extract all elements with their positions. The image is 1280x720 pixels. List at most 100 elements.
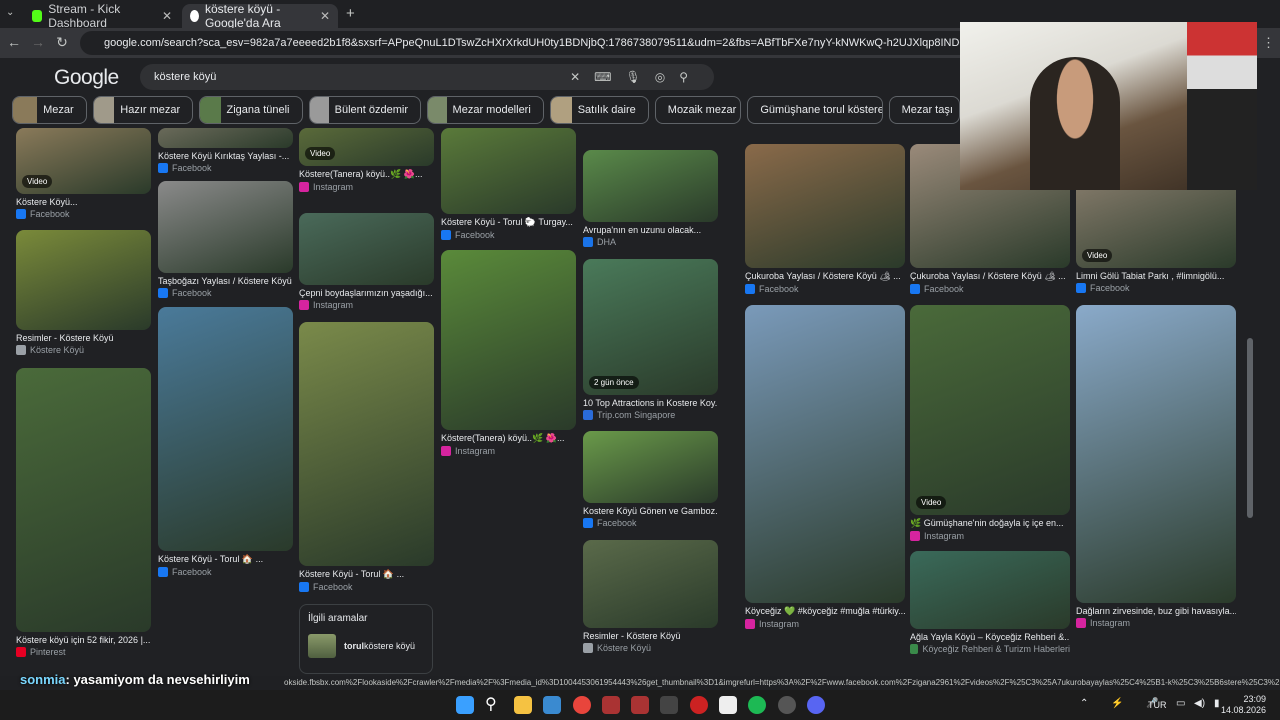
app-icon-1[interactable] <box>602 696 620 714</box>
result-title[interactable]: Dağların zirvesinde, buz gibi havasıyla.… <box>1076 606 1236 616</box>
back-icon[interactable]: ← <box>2 34 26 50</box>
result-title[interactable]: Kostere Köyü Gönen ve Gamboz... <box>583 506 718 516</box>
result-title[interactable]: Taşboğazı Yaylası / Köstere Köyü ... <box>158 276 293 286</box>
result-title[interactable]: Köstere Köyü - Torul 🏠 ... <box>299 569 434 580</box>
tab-search-icon[interactable]: ⌄ <box>6 7 14 18</box>
result-thumbnail[interactable] <box>158 307 293 551</box>
result-source[interactable]: Köstere Köyü <box>583 643 718 653</box>
result-source[interactable]: Facebook <box>158 567 293 577</box>
tab-kick-dashboard[interactable]: Stream - Kick Dashboard ✕ <box>24 2 180 30</box>
mic-icon[interactable]: 🎙 <box>625 70 654 84</box>
result-card[interactable]: Resimler - Köstere Köyü Köstere Köyü <box>16 230 151 355</box>
result-source[interactable]: Facebook <box>745 284 905 294</box>
result-source[interactable]: Instagram <box>745 619 905 629</box>
result-source[interactable]: Facebook <box>583 518 718 528</box>
result-card[interactable]: 2 gün önce 10 Top Attractions in Kostere … <box>583 259 718 420</box>
result-title[interactable]: Limni Gölü Tabiat Parkı , #limnigölü... <box>1076 271 1236 281</box>
chip-0[interactable]: Mezar <box>12 96 87 124</box>
result-thumbnail[interactable] <box>299 322 434 566</box>
search-icon[interactable]: ⚲ <box>679 70 702 84</box>
url-field[interactable]: google.com/search?sca_esv=982a7a7eeeed2b… <box>80 31 980 55</box>
result-thumbnail[interactable] <box>583 431 718 503</box>
chip-6[interactable]: Mozaik mezar <box>654 96 742 124</box>
result-thumbnail[interactable]: Video <box>16 128 151 194</box>
result-source[interactable]: Trip.com Singapore <box>583 410 718 420</box>
google-logo[interactable]: Google <box>54 66 119 90</box>
app-icon-4[interactable] <box>690 696 708 714</box>
result-thumbnail[interactable] <box>583 540 718 628</box>
result-card[interactable]: Taşboğazı Yaylası / Köstere Köyü ... Face… <box>158 181 293 298</box>
result-thumbnail[interactable] <box>1076 305 1236 603</box>
result-source[interactable]: Instagram <box>441 446 576 456</box>
result-card[interactable]: Avrupa'nın en uzunu olacak... DHA <box>583 150 718 247</box>
result-title[interactable]: Köstere(Tanera) köyü..🌿 🌺... <box>441 433 576 444</box>
result-title[interactable]: 10 Top Attractions in Kostere Koy... <box>583 398 718 408</box>
windows-start-icon[interactable] <box>456 696 474 714</box>
result-title[interactable]: Köstere köyü için 52 fikir, 2026 |... <box>16 635 151 645</box>
result-card[interactable]: Köstere köyü için 52 fikir, 2026 |... Pin… <box>16 368 151 657</box>
app-icon-6[interactable] <box>778 696 796 714</box>
result-source[interactable]: Pinterest <box>16 647 151 657</box>
result-title[interactable]: Çepni boydaşlarımızın yaşadığı... <box>299 288 434 298</box>
result-card[interactable]: Video Köstere(Tanera) köyü..🌿 🌺... Instagr… <box>299 128 434 192</box>
language-indicator[interactable]: TUR <box>1148 700 1167 710</box>
result-card[interactable]: Çepni boydaşlarımızın yaşadığı... Instagr… <box>299 213 434 310</box>
result-card[interactable]: Köstere Köyü - Torul 🐑 Turgay... Facebook <box>441 128 576 240</box>
close-tab-icon[interactable]: ✕ <box>320 9 330 23</box>
result-thumbnail[interactable] <box>441 128 576 214</box>
result-card[interactable]: Kostere Köyü Gönen ve Gamboz... Facebook <box>583 431 718 528</box>
result-title[interactable]: Ağla Yayla Köyü – Köyceğiz Rehberi &... <box>910 632 1070 642</box>
new-tab-icon[interactable]: + <box>346 5 355 22</box>
result-title[interactable]: Çukuroba Yaylası / Köstere Köyü 🏕 ... <box>745 271 905 282</box>
chip-1[interactable]: Hazır mezar <box>92 96 194 124</box>
result-thumbnail[interactable] <box>158 181 293 273</box>
result-card[interactable]: Köyceğiz 💚 #köyceğiz #muğla #türkiy... In… <box>745 305 905 629</box>
result-source[interactable]: Instagram <box>1076 618 1236 628</box>
app-icon-2[interactable] <box>631 696 649 714</box>
result-title[interactable]: Köstere Köyü - Torul 🏠 ... <box>158 554 293 565</box>
related-search-item[interactable]: torul köstere köyü <box>308 634 424 658</box>
result-title[interactable]: Köstere Köyü - Torul 🐑 Turgay... <box>441 217 576 228</box>
lens-icon[interactable]: ◎ <box>655 70 679 84</box>
result-title[interactable]: Resimler - Köstere Köyü <box>583 631 718 641</box>
result-thumbnail[interactable] <box>745 144 905 268</box>
chip-5[interactable]: Satılık daire <box>549 96 649 124</box>
app-icon-5[interactable] <box>748 696 766 714</box>
result-source[interactable]: Facebook <box>158 288 293 298</box>
result-source[interactable]: Köyceğiz Rehberi & Turizm Haberleri <box>910 644 1070 654</box>
result-title[interactable]: Köstere Köyü... <box>16 197 151 207</box>
network-icon[interactable]: ▭ <box>1176 698 1185 709</box>
result-source[interactable]: Facebook <box>441 230 576 240</box>
result-source[interactable]: Instagram <box>299 182 434 192</box>
result-thumbnail[interactable] <box>16 368 151 632</box>
keyboard-icon[interactable]: ⌨ <box>594 70 625 84</box>
result-card[interactable]: Köstere Köyü Kırıktaş Yaylası -... Facebo… <box>158 128 293 173</box>
chip-7[interactable]: Gümüşhane torul köstere <box>747 96 883 124</box>
menu-icon[interactable]: ⋮ <box>1262 35 1275 51</box>
reload-icon[interactable]: ↻ <box>50 34 74 51</box>
forward-icon[interactable]: → <box>26 34 50 50</box>
result-title[interactable]: Köstere(Tanera) köyü..🌿 🌺... <box>299 169 434 180</box>
chip-2[interactable]: Zigana tüneli <box>199 96 303 124</box>
result-thumbnail[interactable]: Video <box>299 128 434 166</box>
result-title[interactable]: Avrupa'nın en uzunu olacak... <box>583 225 718 235</box>
discord-icon[interactable] <box>807 696 825 714</box>
result-card[interactable]: Video 🌿 Gümüşhane'nin doğayla iç içe en..… <box>910 305 1070 541</box>
result-thumbnail[interactable] <box>910 551 1070 629</box>
result-thumbnail[interactable] <box>158 128 293 148</box>
volume-icon[interactable]: ◀) <box>1194 698 1205 709</box>
result-thumbnail[interactable]: 2 gün önce <box>583 259 718 395</box>
tab-google-search[interactable]: köstere köyü - Google'da Ara ✕ <box>182 2 338 30</box>
result-card[interactable]: Çukuroba Yaylası / Köstere Köyü 🏕 ... Fac… <box>745 144 905 294</box>
result-card[interactable]: Video Köstere Köyü... Facebook <box>16 128 151 219</box>
chip-3[interactable]: Bülent özdemir <box>308 96 421 124</box>
notion-icon[interactable] <box>719 696 737 714</box>
result-thumbnail[interactable] <box>441 250 576 430</box>
result-source[interactable]: Facebook <box>1076 283 1236 293</box>
battery-icon[interactable]: ▮ <box>1214 698 1220 709</box>
chip-4[interactable]: Mezar modelleri <box>427 96 544 124</box>
scrollbar-thumb[interactable] <box>1247 338 1253 518</box>
result-source[interactable]: Köstere Köyü <box>16 345 151 355</box>
scrollbar[interactable] <box>1244 128 1256 676</box>
result-source[interactable]: DHA <box>583 237 718 247</box>
